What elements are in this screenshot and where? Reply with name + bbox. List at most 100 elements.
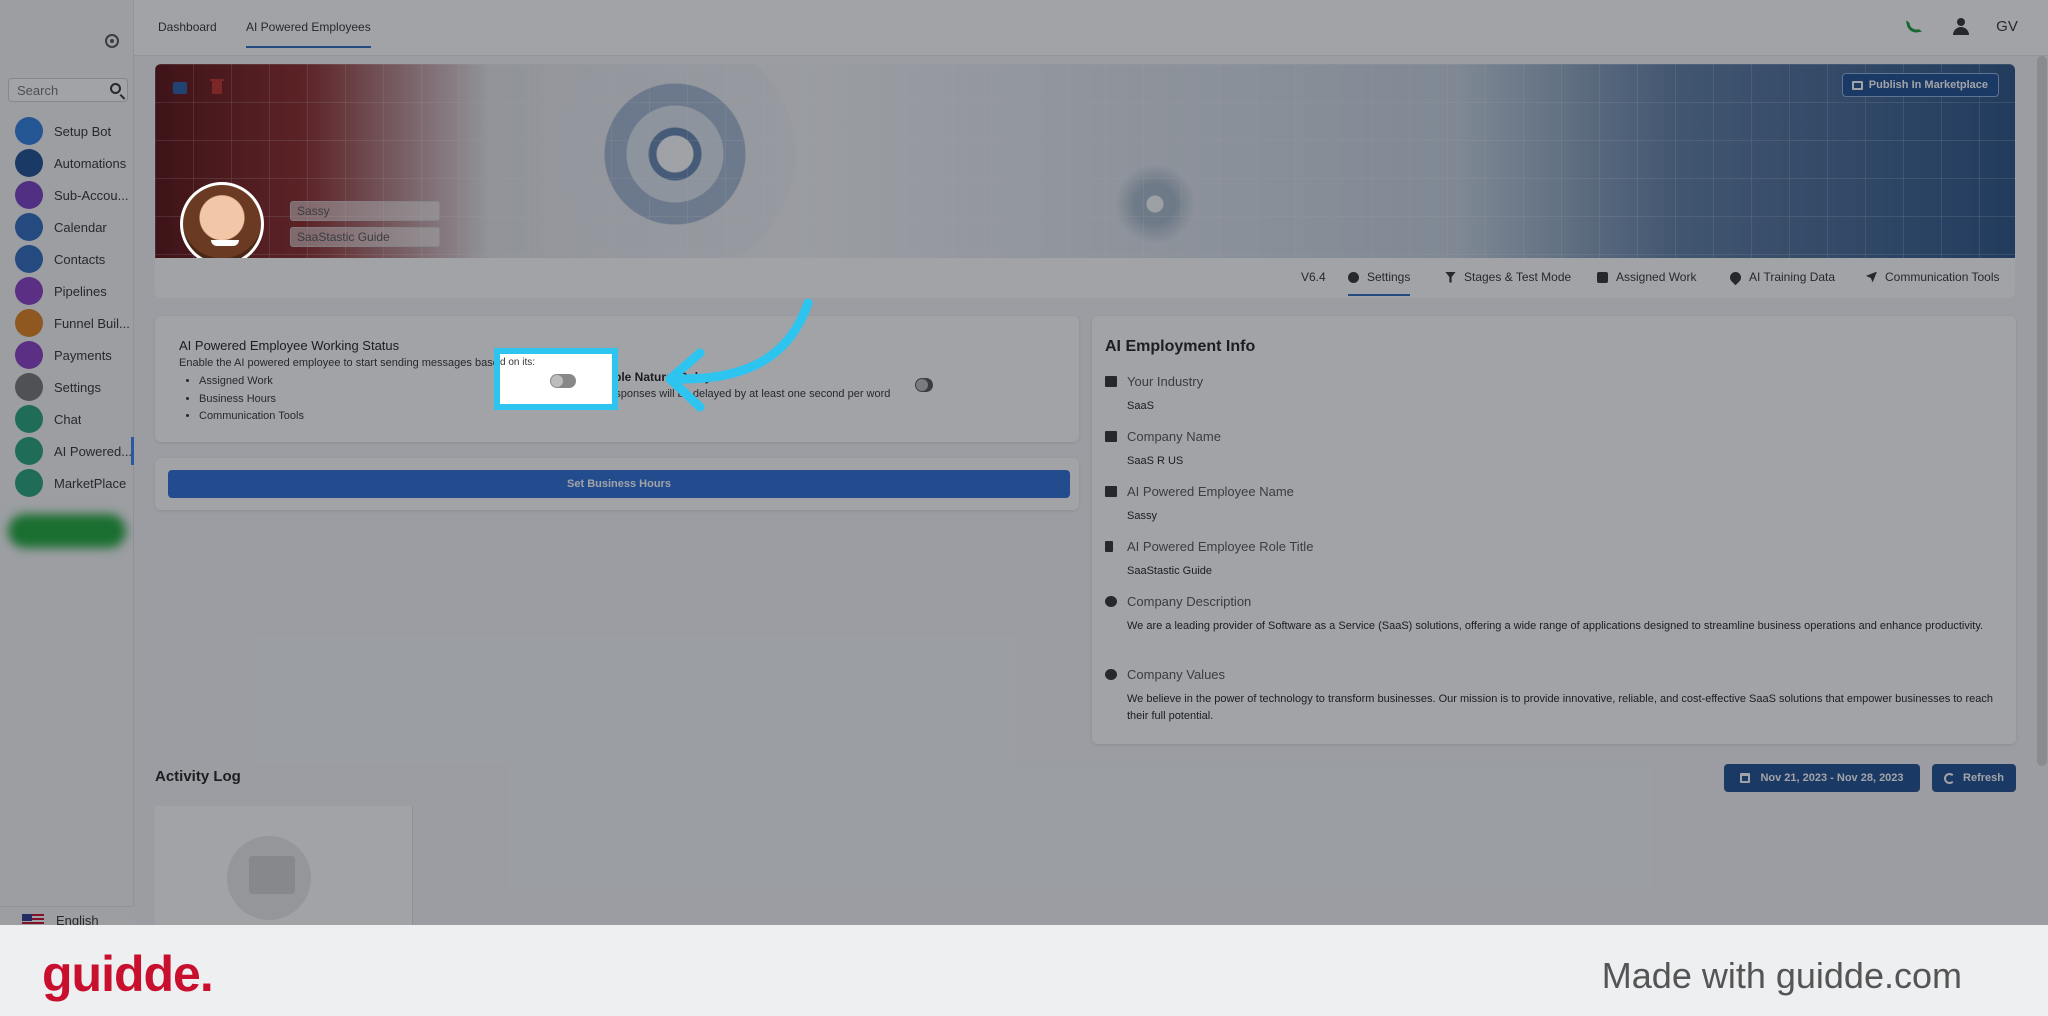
tab-communication-tools[interactable]: Communication Tools xyxy=(1866,270,2000,284)
profile-banner: Publish In Marketplace Sassy SaaStastic … xyxy=(155,64,2015,258)
person-icon xyxy=(15,181,43,209)
sidebar-search[interactable] xyxy=(8,78,128,102)
employee-role-field[interactable]: SaaStastic Guide xyxy=(290,227,440,247)
tab-communication-label: Communication Tools xyxy=(1885,270,2000,284)
activity-log-panel xyxy=(155,806,413,925)
location-pin-icon xyxy=(1727,269,1744,285)
building-icon xyxy=(1105,431,1117,442)
list-item: Assigned Work xyxy=(199,373,304,391)
search-icon[interactable] xyxy=(110,83,121,94)
tab-ai-training-label: AI Training Data xyxy=(1749,270,1836,284)
date-range-button[interactable]: Nov 21, 2023 - Nov 28, 2023 xyxy=(1724,764,1920,792)
card-icon xyxy=(15,341,43,369)
sidebar-item-payments[interactable]: Payments xyxy=(0,339,134,371)
guidde-logo: guidde. xyxy=(42,946,214,1002)
sidebar-item-setup-bot[interactable]: Setup Bot xyxy=(0,115,134,147)
main-content: Dashboard AI Powered Employees GV Publis… xyxy=(134,0,2048,925)
funnel-icon xyxy=(1445,271,1456,283)
info-value: We believe in the power of technology to… xyxy=(1127,693,1993,722)
refresh-button[interactable]: Refresh xyxy=(1932,764,2016,792)
sidebar-item-label: Pipelines xyxy=(54,283,107,299)
sidebar-item-label: Setup Bot xyxy=(54,123,112,139)
blurred-button[interactable] xyxy=(8,514,126,548)
contacts-button[interactable] xyxy=(1948,12,1976,40)
sidebar-item-label: Funnel Buil... xyxy=(54,315,130,331)
tab-assigned-work-label: Assigned Work xyxy=(1616,270,1697,284)
sidebar-nav: Setup Bot Automations Sub-Accou... Calendar… xyxy=(0,115,134,499)
working-status-description: Enable the AI powered employee to start … xyxy=(179,357,538,369)
publish-in-marketplace-button[interactable]: Publish In Marketplace xyxy=(1841,73,1999,97)
sidebar-item-ai-powered[interactable]: AI Powered... xyxy=(0,435,134,467)
bolt-icon xyxy=(15,117,43,145)
sidebar-item-label: Payments xyxy=(54,347,112,363)
info-label: Your Industry xyxy=(1127,374,1204,389)
sidebar-item-funnel-buil[interactable]: Funnel Buil... xyxy=(0,307,134,339)
set-business-hours-button[interactable]: Set Business Hours xyxy=(168,470,1070,498)
empty-state-illustration xyxy=(227,836,311,920)
sidebar-item-pipelines[interactable]: Pipelines xyxy=(0,275,134,307)
working-status-title: AI Powered Employee Working Status xyxy=(179,338,400,353)
page-scrollbar[interactable] xyxy=(2037,56,2047,766)
ai-chat-icon xyxy=(15,437,43,465)
info-label: Company Name xyxy=(1127,429,1221,444)
funnel-icon xyxy=(15,309,43,337)
sidebar-item-label: Automations xyxy=(54,155,127,171)
tab-settings[interactable]: Settings xyxy=(1348,270,1411,296)
marketplace-icon xyxy=(15,469,43,497)
trash-icon[interactable] xyxy=(210,79,224,94)
publish-label: Publish In Marketplace xyxy=(1868,79,1988,91)
info-value: Sassy xyxy=(1127,510,1157,522)
people-icon xyxy=(1951,17,1973,35)
sidebar-item-chat[interactable]: Chat xyxy=(0,403,134,435)
tab-assigned-work[interactable]: Assigned Work xyxy=(1597,270,1696,284)
tab-stages-test-mode[interactable]: Stages & Test Mode xyxy=(1445,270,1571,284)
refresh-icon xyxy=(1944,772,1956,784)
info-icon xyxy=(1105,596,1117,607)
highlight-box: d on its: xyxy=(494,348,618,410)
phone-icon xyxy=(1905,17,1923,35)
sidebar-item-label: Sub-Accou... xyxy=(54,187,129,203)
sidebar-item-automations[interactable]: Automations xyxy=(0,147,134,179)
settings-tab-bar: V6.4 Settings Stages & Test Mode Assigne… xyxy=(155,258,2015,298)
employment-info-card: AI Employment Info Your Industry SaaS Co… xyxy=(1092,316,2016,744)
info-icon xyxy=(1105,669,1117,680)
dollar-icon xyxy=(15,277,43,305)
briefcase-icon xyxy=(1597,271,1608,283)
user-initials: GV xyxy=(1996,17,2018,35)
store-icon xyxy=(1851,81,1863,90)
sidebar-item-label: Calendar xyxy=(54,219,107,235)
list-item: Business Hours xyxy=(199,391,304,409)
sidebar-item-label: Settings xyxy=(54,379,101,395)
phone-button[interactable] xyxy=(1900,12,1928,40)
search-input[interactable] xyxy=(9,79,105,101)
info-value: SaaStastic Guide xyxy=(1127,565,1212,577)
sidebar: Setup Bot Automations Sub-Accou... Calendar… xyxy=(0,0,134,934)
tab-dashboard[interactable]: Dashboard xyxy=(158,20,217,34)
user-avatar[interactable]: GV xyxy=(1993,12,2021,40)
contacts-icon xyxy=(15,245,43,273)
natural-delay-toggle-highlighted[interactable] xyxy=(550,374,576,388)
employee-name-field[interactable]: Sassy xyxy=(290,201,440,221)
change-image-icon[interactable] xyxy=(173,82,187,94)
sidebar-item-label: AI Powered... xyxy=(54,443,133,459)
info-label: Company Values xyxy=(1127,667,1226,682)
sidebar-item-sub-accou[interactable]: Sub-Accou... xyxy=(0,179,134,211)
tab-stages-label: Stages & Test Mode xyxy=(1464,270,1572,284)
chat-icon xyxy=(15,405,43,433)
sidebar-item-marketplace[interactable]: MarketPlace xyxy=(0,467,134,499)
sidebar-item-settings[interactable]: Settings xyxy=(0,371,134,403)
radio-icon[interactable] xyxy=(105,34,119,48)
guidde-footer: guidde. Made with guidde.com xyxy=(0,925,2048,1016)
employee-avatar[interactable] xyxy=(180,182,264,258)
send-icon xyxy=(1866,271,1877,283)
info-value: SaaS xyxy=(1127,400,1154,412)
tab-ai-powered-employees[interactable]: AI Powered Employees xyxy=(246,20,371,48)
top-bar: Dashboard AI Powered Employees GV xyxy=(134,0,2048,56)
tab-ai-training-data[interactable]: AI Training Data xyxy=(1727,269,1836,285)
sidebar-item-label: Chat xyxy=(54,411,82,427)
sidebar-item-contacts[interactable]: Contacts xyxy=(0,243,134,275)
sidebar-item-calendar[interactable]: Calendar xyxy=(0,211,134,243)
working-status-toggle[interactable] xyxy=(915,378,933,392)
tab-settings-label: Settings xyxy=(1367,270,1411,284)
version-label: V6.4 xyxy=(1301,270,1326,284)
